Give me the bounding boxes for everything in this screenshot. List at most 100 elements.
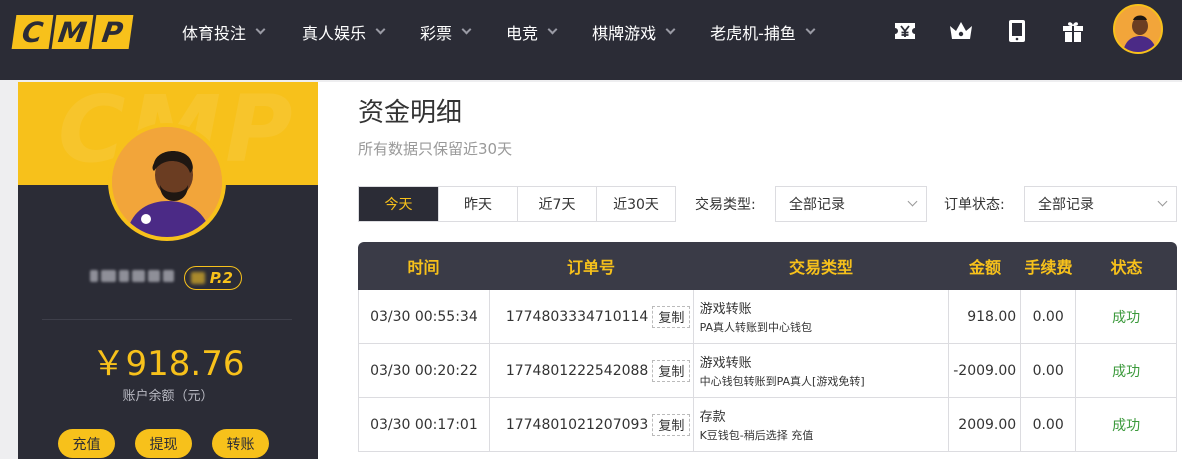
user-avatar[interactable]	[1113, 4, 1163, 54]
tab-today[interactable]: 今天	[359, 187, 438, 221]
crown-icon[interactable]	[948, 18, 974, 44]
cell-transaction-type: 游戏转账 PA真人转账到中心钱包	[694, 290, 950, 343]
coupon-yen-icon[interactable]	[892, 18, 918, 44]
nav-item-label: 棋牌游戏	[592, 24, 657, 43]
nav-item-label: 老虎机-捕鱼	[710, 24, 796, 43]
chevron-down-icon	[1157, 196, 1168, 207]
cell-transaction-type: 存款 K豆钱包-稍后选择 充值	[694, 398, 950, 451]
date-range-tabs: 今天 昨天 近7天 近30天	[358, 186, 676, 222]
account-sidebar: CMP P.2 ￥918.76 账户余额（元） 充值 提现 转账	[18, 82, 318, 459]
vip-level-badge: P.2	[184, 266, 242, 290]
page-subtitle: 所有数据只保留近30天	[358, 140, 513, 158]
cell-order-number: 1774803334710114 复制	[490, 290, 694, 343]
cell-order-number: 1774801222542088 复制	[490, 344, 694, 397]
copy-button[interactable]: 复制	[652, 413, 691, 436]
logo-letter: M	[51, 15, 94, 49]
gift-icon[interactable]	[1060, 18, 1086, 44]
transaction-detail-text: 中心钱包转账到PA真人[游戏免转]	[699, 375, 865, 388]
username-blurred	[90, 266, 174, 286]
nav-item-label: 彩票	[420, 24, 453, 43]
cell-fee: 0.00	[1021, 398, 1077, 451]
nav-item-label: 真人娱乐	[302, 24, 367, 43]
order-status-select[interactable]: 全部记录	[1024, 186, 1177, 222]
fund-details-panel: 资金明细 所有数据只保留近30天 今天 昨天 近7天 近30天 交易类型: 全部…	[318, 82, 1182, 459]
cell-amount: -2009.00	[949, 344, 1022, 397]
transaction-type-value: 全部记录	[789, 197, 845, 213]
tab-last-7-days[interactable]: 近7天	[517, 187, 596, 221]
cell-time: 03/30 00:17:01	[359, 398, 490, 451]
top-icon-group	[892, 18, 1086, 44]
column-header-transaction-type: 交易类型	[788, 258, 853, 277]
chevron-down-icon	[375, 24, 386, 35]
cell-transaction-type: 游戏转账 中心钱包转账到PA真人[游戏免转]	[694, 344, 950, 397]
order-number-text: 1774801021207093	[505, 416, 649, 433]
page-title: 资金明细	[358, 98, 463, 128]
table-header: 时间 订单号 交易类型 金额 手续费 状态	[358, 242, 1177, 290]
chevron-down-icon	[665, 24, 676, 35]
account-balance: ￥918.76	[91, 344, 245, 384]
withdraw-button[interactable]: 提现	[135, 429, 192, 458]
nav-item-slots-fishing[interactable]: 老虎机-捕鱼	[710, 20, 816, 44]
chevron-down-icon	[907, 196, 918, 207]
account-balance-label: 账户余额（元）	[122, 389, 214, 404]
main-nav: 体育投注 真人娱乐 彩票 电竞 棋牌游戏 老虎机-捕鱼	[182, 0, 850, 64]
nav-item-live-casino[interactable]: 真人娱乐	[302, 20, 386, 44]
transaction-type-label: 交易类型:	[695, 197, 756, 213]
column-header-status: 状态	[1110, 258, 1143, 277]
chevron-down-icon	[547, 24, 558, 35]
order-number-text: 1774801222542088	[505, 362, 649, 379]
transfer-button[interactable]: 转账	[212, 429, 269, 458]
transactions-table: 时间 订单号 交易类型 金额 手续费 状态 03/30 00:55:34 177…	[358, 242, 1178, 452]
transaction-detail-text: K豆钱包-稍后选择 充值	[699, 429, 814, 442]
profile-avatar	[108, 123, 226, 241]
transaction-type-text: 存款	[699, 410, 726, 425]
cell-fee: 0.00	[1021, 290, 1077, 343]
nav-item-esports[interactable]: 电竞	[506, 20, 558, 44]
divider	[42, 319, 292, 320]
wallet-actions: 充值 提现 转账	[58, 429, 269, 458]
logo-letter: P	[91, 15, 134, 49]
transaction-type-text: 游戏转账	[699, 356, 752, 371]
vip-level-text: P.2	[209, 269, 233, 287]
transaction-type-text: 游戏转账	[699, 302, 752, 317]
brand-logo[interactable]: C M P	[11, 15, 134, 49]
cell-status: 成功	[1076, 398, 1178, 451]
table-row: 03/30 00:55:34 1774803334710114 复制 游戏转账 …	[358, 290, 1178, 344]
chevron-down-icon	[461, 24, 472, 35]
cell-time: 03/30 00:20:22	[359, 344, 490, 397]
tab-yesterday[interactable]: 昨天	[438, 187, 517, 221]
tab-last-30-days[interactable]: 近30天	[596, 187, 675, 221]
nav-item-lottery[interactable]: 彩票	[420, 20, 472, 44]
copy-button[interactable]: 复制	[652, 359, 691, 382]
table-row: 03/30 00:20:22 1774801222542088 复制 游戏转账 …	[358, 344, 1178, 398]
column-header-fee: 手续费	[1024, 258, 1073, 277]
table-row: 03/30 00:17:01 1774801021207093 复制 存款 K豆…	[358, 398, 1178, 452]
column-header-order-number: 订单号	[566, 258, 615, 277]
nav-item-sports[interactable]: 体育投注	[182, 20, 266, 44]
column-header-time: 时间	[407, 258, 440, 277]
deposit-button[interactable]: 充值	[58, 429, 115, 458]
order-status-label: 订单状态:	[944, 197, 1005, 213]
cell-status: 成功	[1076, 344, 1178, 397]
chevron-down-icon	[805, 24, 816, 35]
cell-amount: 918.00	[949, 290, 1022, 343]
cell-order-number: 1774801021207093 复制	[490, 398, 694, 451]
vip-prefix-blurred	[191, 272, 205, 284]
copy-button[interactable]: 复制	[652, 305, 691, 328]
nav-item-card-games[interactable]: 棋牌游戏	[592, 20, 676, 44]
chevron-down-icon	[255, 24, 266, 35]
order-number-text: 1774803334710114	[505, 308, 649, 325]
transaction-type-select[interactable]: 全部记录	[775, 186, 927, 222]
column-header-amount: 金额	[968, 258, 1001, 277]
cell-fee: 0.00	[1021, 344, 1077, 397]
order-status-value: 全部记录	[1038, 197, 1094, 213]
cell-amount: 2009.00	[949, 398, 1022, 451]
mobile-phone-icon[interactable]	[1004, 18, 1030, 44]
logo-letter: C	[11, 15, 54, 49]
nav-item-label: 电竞	[506, 24, 539, 43]
transaction-detail-text: PA真人转账到中心钱包	[699, 321, 813, 334]
cell-status: 成功	[1076, 290, 1178, 343]
top-navigation-bar: C M P 体育投注 真人娱乐 彩票 电竞 棋牌游戏 老虎机-捕鱼	[0, 0, 1182, 80]
cell-time: 03/30 00:55:34	[359, 290, 490, 343]
nav-item-label: 体育投注	[182, 24, 247, 43]
